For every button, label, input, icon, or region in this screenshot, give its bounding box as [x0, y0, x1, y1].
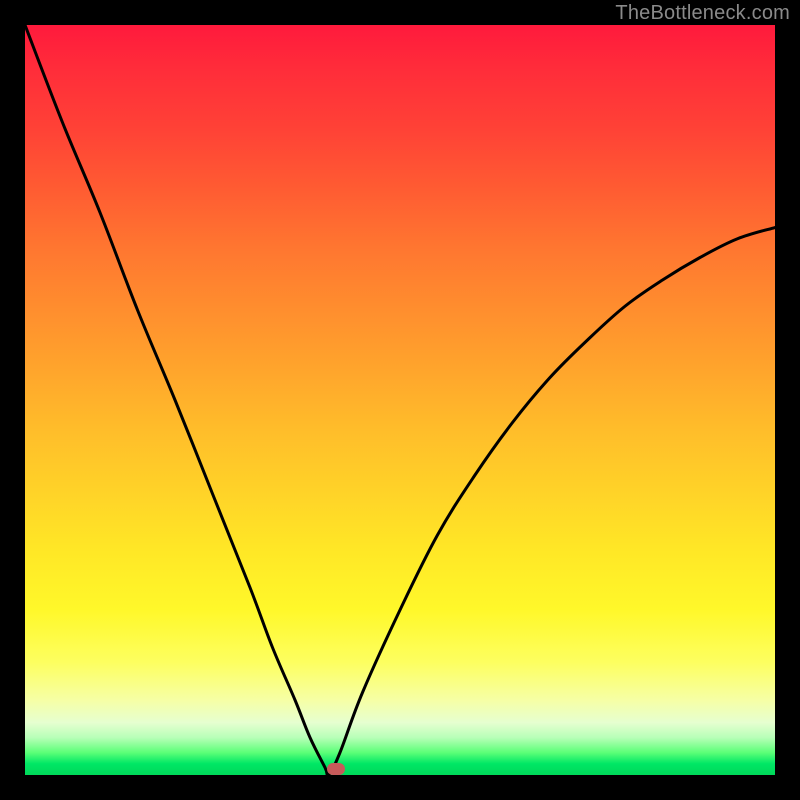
bottleneck-curve: [25, 25, 775, 775]
optimum-marker: [327, 763, 345, 775]
watermark-text: TheBottleneck.com: [615, 2, 790, 25]
chart-frame: TheBottleneck.com: [0, 0, 800, 800]
